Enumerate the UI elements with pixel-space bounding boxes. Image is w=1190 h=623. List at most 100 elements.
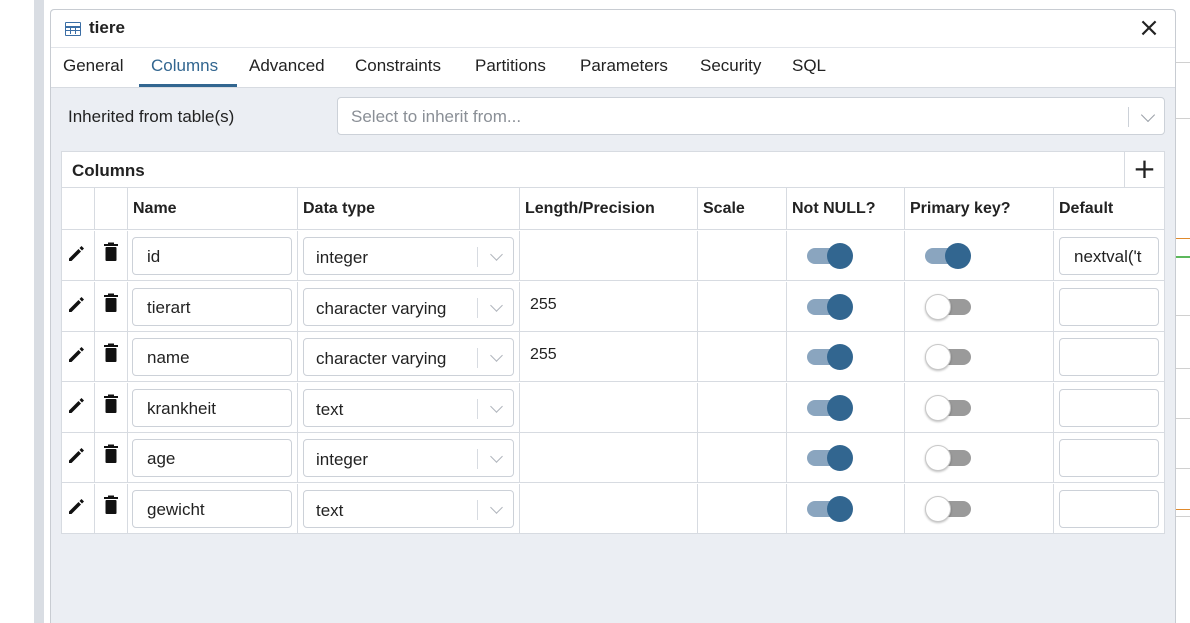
default-value-input[interactable] — [1059, 287, 1159, 326]
tab-constraints[interactable]: Constraints — [355, 56, 441, 76]
data-type-value: text — [316, 399, 344, 419]
table-row: name character varying 255 — [62, 332, 1164, 382]
data-type-select[interactable]: integer — [303, 439, 514, 477]
background-left-panel — [0, 0, 50, 623]
plus-icon[interactable]: + — [1124, 152, 1164, 188]
primary-key-cell — [905, 483, 1054, 534]
primary-key-toggle[interactable] — [925, 344, 971, 370]
column-name-input[interactable]: age — [132, 439, 292, 477]
data-type-select[interactable]: integer — [303, 237, 514, 275]
length-cell[interactable] — [520, 382, 698, 433]
data-type-select[interactable]: text — [303, 489, 514, 528]
default-value-input[interactable] — [1059, 388, 1159, 427]
trash-icon[interactable] — [103, 343, 119, 363]
chevron-down-icon[interactable] — [490, 450, 503, 463]
delete-cell — [95, 231, 128, 281]
not-null-cell — [787, 231, 905, 281]
scale-cell[interactable] — [698, 483, 787, 534]
data-type-cell: character varying — [298, 281, 520, 332]
scale-cell[interactable] — [698, 281, 787, 332]
not-null-cell — [787, 281, 905, 332]
default-value-input[interactable] — [1059, 489, 1159, 528]
trash-icon[interactable] — [103, 293, 119, 313]
tab-security[interactable]: Security — [700, 56, 761, 76]
not-null-cell — [787, 483, 905, 534]
not-null-toggle[interactable] — [807, 344, 853, 370]
column-name-input[interactable]: krankheit — [132, 388, 292, 427]
default-cell — [1054, 282, 1164, 332]
length-cell[interactable]: 255 — [520, 281, 698, 332]
tab-partitions[interactable]: Partitions — [475, 56, 546, 76]
pencil-icon[interactable] — [67, 294, 87, 314]
chevron-down-icon[interactable] — [490, 349, 503, 362]
data-type-select[interactable]: character varying — [303, 287, 514, 326]
length-cell[interactable] — [520, 231, 698, 281]
column-name-value: age — [147, 449, 176, 468]
column-name-value: id — [147, 247, 161, 266]
col-head-data-type: Data type — [298, 188, 520, 230]
column-name-input[interactable]: id — [132, 237, 292, 275]
scale-cell[interactable] — [698, 231, 787, 281]
not-null-toggle[interactable] — [807, 394, 853, 421]
trash-icon[interactable] — [103, 394, 119, 414]
active-tab-indicator — [139, 84, 237, 87]
length-cell[interactable]: 255 — [520, 332, 698, 382]
select-separator — [477, 247, 478, 267]
edit-cell — [62, 281, 95, 332]
not-null-toggle[interactable] — [807, 495, 853, 522]
inherit-select[interactable]: Select to inherit from... — [337, 97, 1165, 135]
chevron-down-icon[interactable] — [490, 399, 503, 413]
close-icon[interactable]: × — [1137, 15, 1161, 41]
trash-icon[interactable] — [103, 495, 119, 515]
edit-cell — [62, 483, 95, 534]
primary-key-toggle[interactable] — [925, 394, 971, 421]
default-value-input[interactable] — [1059, 439, 1159, 477]
pencil-icon[interactable] — [67, 344, 87, 364]
default-value-input[interactable] — [1059, 338, 1159, 376]
column-name-input[interactable]: gewicht — [132, 489, 292, 528]
data-type-select[interactable]: character varying — [303, 338, 514, 376]
primary-key-toggle[interactable] — [925, 445, 971, 471]
tab-sql[interactable]: SQL — [792, 56, 826, 76]
chevron-down-icon[interactable] — [490, 248, 503, 261]
primary-key-toggle[interactable] — [925, 293, 971, 320]
tab-advanced[interactable]: Advanced — [249, 56, 325, 76]
chevron-down-icon[interactable] — [490, 500, 503, 514]
scale-cell[interactable] — [698, 433, 787, 483]
pencil-icon[interactable] — [67, 243, 87, 263]
column-name-input[interactable]: name — [132, 338, 292, 376]
tab-columns[interactable]: Columns — [151, 56, 218, 76]
not-null-toggle[interactable] — [807, 445, 853, 471]
data-type-cell: text — [298, 483, 520, 534]
primary-key-toggle[interactable] — [925, 495, 971, 522]
trash-icon[interactable] — [103, 444, 119, 464]
delete-cell — [95, 483, 128, 534]
pencil-icon[interactable] — [67, 496, 87, 516]
chevron-down-icon[interactable] — [1140, 107, 1156, 123]
pencil-icon[interactable] — [67, 395, 87, 415]
data-type-select[interactable]: text — [303, 388, 514, 427]
not-null-toggle[interactable] — [807, 243, 853, 269]
column-name-input[interactable]: tierart — [132, 287, 292, 326]
default-value: nextval('t — [1074, 247, 1142, 266]
scale-cell[interactable] — [698, 332, 787, 382]
chevron-down-icon[interactable] — [490, 298, 503, 312]
col-head-edit — [62, 188, 95, 230]
pencil-icon[interactable] — [67, 445, 87, 465]
delete-cell — [95, 332, 128, 382]
column-name-value: krankheit — [147, 398, 216, 418]
length-cell[interactable] — [520, 483, 698, 534]
scale-cell[interactable] — [698, 382, 787, 433]
data-type-cell: character varying — [298, 332, 520, 382]
tab-general[interactable]: General — [63, 56, 123, 76]
col-head-delete — [95, 188, 128, 230]
length-cell[interactable] — [520, 433, 698, 483]
not-null-toggle[interactable] — [807, 293, 853, 320]
default-value-input[interactable]: nextval('t — [1059, 237, 1159, 275]
name-cell: gewicht — [128, 483, 298, 534]
tab-parameters[interactable]: Parameters — [580, 56, 668, 76]
primary-key-toggle[interactable] — [925, 243, 971, 269]
trash-icon[interactable] — [103, 242, 119, 262]
data-type-cell: integer — [298, 231, 520, 281]
col-head-length: Length/Precision — [520, 188, 698, 230]
